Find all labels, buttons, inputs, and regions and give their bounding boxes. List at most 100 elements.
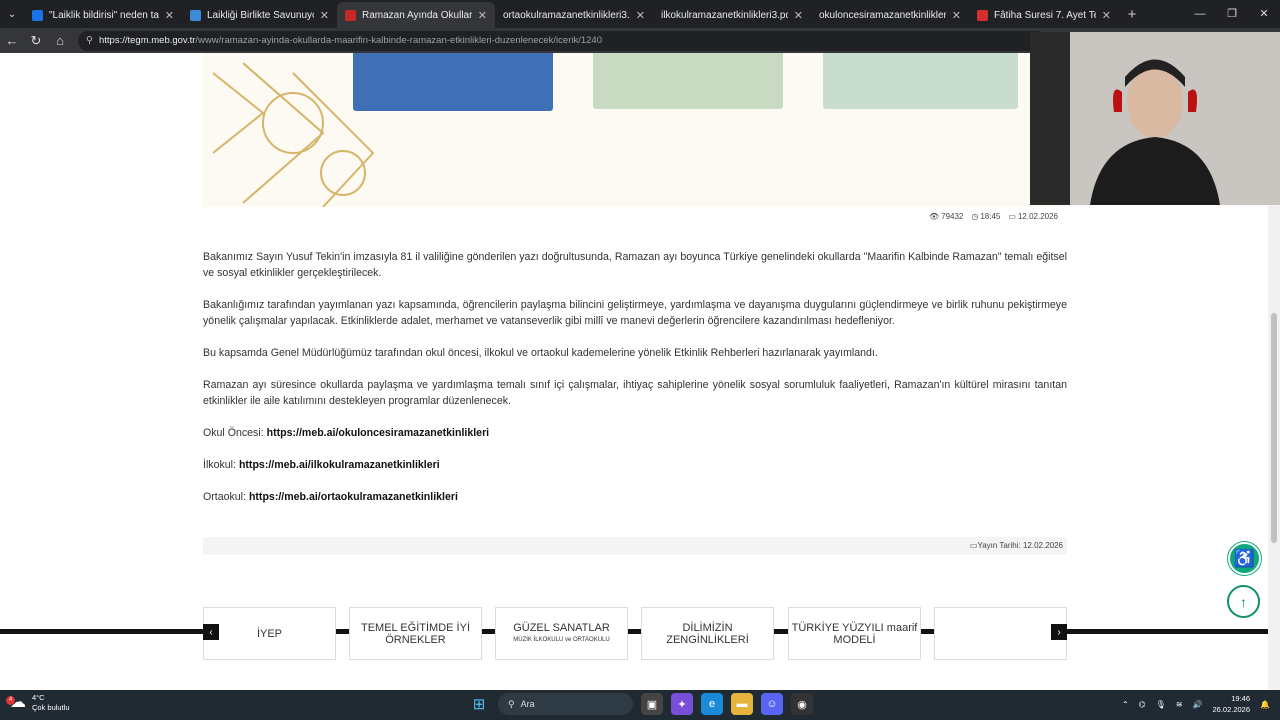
browser-tab[interactable]: "Laiklik bildirisi" neden tartışılıyor? ✕: [24, 2, 182, 28]
link-okul-oncesi: Okul Öncesi: https://meb.ai/okuloncesira…: [203, 427, 490, 439]
search-icon: ⚲: [508, 698, 515, 709]
copilot-icon[interactable]: ✦: [671, 693, 693, 715]
carousel-slide[interactable]: TÜRKİYE YÜZYILI maarif MODELİ: [788, 607, 921, 660]
browser-tab[interactable]: Ramazan Ayında Okullarda "Maarif ✕: [337, 2, 495, 28]
tray-overflow-icon[interactable]: ⌃: [1122, 700, 1129, 709]
taskbar-search[interactable]: ⚲ Ara: [498, 693, 633, 715]
scroll-to-top-button[interactable]: ↑: [1227, 585, 1260, 618]
network-icon[interactable]: ⌬: [1139, 700, 1146, 709]
tab-close-icon[interactable]: ✕: [952, 9, 961, 22]
carousel-slide[interactable]: TEMEL EĞİTİMDE İYİ ÖRNEKLER: [349, 607, 482, 660]
tab-close-icon[interactable]: ✕: [478, 9, 487, 22]
slide-title: DİLİMİZİN ZENGİNLİKLERİ: [666, 621, 749, 646]
tab-title: Ramazan Ayında Okullarda "Maarif: [362, 9, 472, 21]
browser-tab[interactable]: okuloncesiramazanetkinlikleri4.pdf ✕: [811, 2, 969, 28]
microphone-icon[interactable]: 🎙: [1156, 700, 1166, 709]
tab-bar: ⌄ "Laiklik bildirisi" neden tartışılıyor…: [0, 0, 1280, 28]
chrome-icon[interactable]: ◉: [791, 693, 813, 715]
tab-favicon-icon: [345, 9, 356, 21]
volume-icon[interactable]: 🔊: [1193, 700, 1203, 709]
tab-close-icon[interactable]: ✕: [320, 9, 329, 22]
article-body: Bakanımız Sayın Yusuf Tekin'in imzasıyla…: [203, 249, 1067, 521]
tab-title: Fâtiha Suresi 7. Ayet Tefsiri - Diyan: [994, 9, 1096, 21]
book-cover-3: [823, 53, 1018, 109]
paragraph-2: Bakanlığımız tarafından yayımlanan yazı …: [203, 299, 1067, 327]
tab-close-icon[interactable]: ✕: [1102, 9, 1111, 22]
home-icon[interactable]: ⌂: [48, 33, 72, 48]
start-windows-icon[interactable]: ⊞: [468, 693, 490, 715]
edge-icon[interactable]: e: [701, 693, 723, 715]
clock-icon: ◷: [971, 212, 979, 221]
paragraph-1: Bakanımız Sayın Yusuf Tekin'in imzasıyla…: [203, 251, 1067, 279]
calendar-icon: ▭: [1008, 212, 1016, 221]
taskbar-clock[interactable]: 19:46 26.02.2026: [1212, 693, 1250, 715]
link-url[interactable]: https://meb.ai/ortaokulramazanetkinlikle…: [249, 491, 458, 503]
carousel-slide[interactable]: [934, 607, 1067, 660]
slide-subtitle: MÜZİK İLKOKULU ve ORTAOKULU: [513, 636, 610, 643]
carousel-slide[interactable]: DİLİMİZİN ZENGİNLİKLERİ: [641, 607, 774, 660]
tab-title: ilkokulramazanetkinlikleri3.pdf: [661, 9, 788, 21]
taskbar-center: ⊞ ⚲ Ara ▣ ✦ e ▬ ☺ ◉: [468, 693, 813, 715]
back-icon[interactable]: ←: [0, 33, 24, 48]
carousel-track: [0, 629, 1268, 634]
browser-tab[interactable]: Fâtiha Suresi 7. Ayet Tefsiri - Diyan ✕: [969, 2, 1119, 28]
site-info-icon[interactable]: ⚲: [86, 35, 93, 46]
address-path: /www/ramazan-ayinda-okullarda-maarifin-k…: [195, 35, 602, 46]
file-explorer-icon[interactable]: ▬: [731, 693, 753, 715]
slide-title: TEMEL EĞİTİMDE İYİ ÖRNEKLER: [361, 621, 470, 646]
notification-bell-icon[interactable]: 🔔: [1260, 700, 1270, 709]
task-view-icon[interactable]: ▣: [641, 693, 663, 715]
restore-icon[interactable]: ❐: [1216, 0, 1248, 28]
tab-title: "Laiklik bildirisi" neden tartışılıyor?: [49, 9, 159, 21]
new-tab-button[interactable]: +: [1119, 6, 1145, 23]
article-time: ◷ 18:45: [971, 212, 1001, 221]
carousel-slide[interactable]: İYEP: [203, 607, 336, 660]
slide-title: İYEP: [256, 627, 283, 640]
publish-date-bar: ▭Yayın Tarihi: 12.02.2026: [203, 537, 1067, 555]
close-window-icon[interactable]: ✕: [1248, 0, 1280, 28]
weather-widget[interactable]: ☁ 4 4°C Çok bulutlu: [6, 693, 70, 713]
views-count: 👁 79432: [928, 212, 964, 221]
eye-icon: 👁: [928, 212, 940, 221]
weather-badge: 4: [6, 696, 15, 705]
slide-title: GÜZEL SANATLAR: [513, 621, 610, 634]
tab-close-icon[interactable]: ✕: [636, 9, 645, 22]
tab-search-chevron-icon[interactable]: ⌄: [0, 0, 24, 28]
carousel-prev-button[interactable]: ‹: [203, 624, 219, 640]
windows-taskbar: ☁ 4 4°C Çok bulutlu ⊞ ⚲ Ara ▣ ✦ e ▬ ☺ ◉ ⌃ ⌬…: [0, 690, 1280, 720]
reload-icon[interactable]: ↻: [24, 33, 48, 49]
system-tray: ⌃ ⌬ 🎙 ≋ 🔊 19:46 26.02.2026 🔔: [1122, 693, 1270, 715]
discord-icon[interactable]: ☺: [761, 693, 783, 715]
link-ortaokul: Ortaokul: https://meb.ai/ortaokulramazan…: [203, 491, 458, 503]
tab-title: ortaokulramazanetkinlikleri3.pdf: [503, 9, 630, 21]
paragraph-4: Ramazan ayı süresince okullarda paylaşma…: [203, 379, 1067, 407]
carousel-next-button[interactable]: ›: [1051, 624, 1067, 640]
tab-favicon-icon: [190, 9, 201, 21]
tab-favicon-icon: [32, 9, 43, 21]
link-url[interactable]: https://meb.ai/okuloncesiramazanetkinlik…: [267, 427, 490, 439]
paragraph-3: Bu kapsamda Genel Müdürlüğümüz tarafında…: [203, 347, 878, 359]
slide-title: TÜRKİYE YÜZYILI maarif MODELİ: [791, 621, 918, 646]
browser-tab[interactable]: ortaokulramazanetkinlikleri3.pdf ✕: [495, 2, 653, 28]
address-bar[interactable]: ⚲ https://tegm.meb.gov.tr /www/ramazan-a…: [78, 30, 1048, 51]
wifi-icon[interactable]: ≋: [1176, 700, 1183, 709]
weather-cloud-icon: ☁ 4: [6, 695, 26, 711]
tab-close-icon[interactable]: ✕: [794, 9, 803, 22]
webcam-overlay: [1030, 32, 1280, 205]
browser-tab[interactable]: Laikliği Birlikte Savunuyoruz bildiri ✕: [182, 2, 337, 28]
window-controls: — ❐ ✕: [1184, 0, 1280, 28]
article-date: ▭ 12.02.2026: [1008, 212, 1058, 221]
article-hero-image: [203, 53, 1067, 207]
tab-title: Laikliği Birlikte Savunuyoruz bildiri: [207, 9, 314, 21]
tab-close-icon[interactable]: ✕: [165, 9, 174, 22]
book-cover-2: [593, 53, 783, 109]
article-meta: 👁 79432 ◷ 18:45 ▭ 12.02.2026: [929, 212, 1058, 221]
address-host: https://tegm.meb.gov.tr: [98, 35, 196, 46]
browser-tab[interactable]: ilkokulramazanetkinlikleri3.pdf ✕: [653, 2, 811, 28]
minimize-icon[interactable]: —: [1184, 0, 1216, 28]
link-url[interactable]: https://meb.ai/ilkokulramazanetkinlikler…: [239, 459, 440, 471]
tab-favicon-icon: [977, 9, 988, 21]
scrollbar-thumb[interactable]: [1271, 313, 1277, 543]
carousel-slide[interactable]: GÜZEL SANATLAR MÜZİK İLKOKULU ve ORTAOKUL…: [495, 607, 628, 660]
accessibility-button[interactable]: ♿: [1228, 542, 1261, 575]
